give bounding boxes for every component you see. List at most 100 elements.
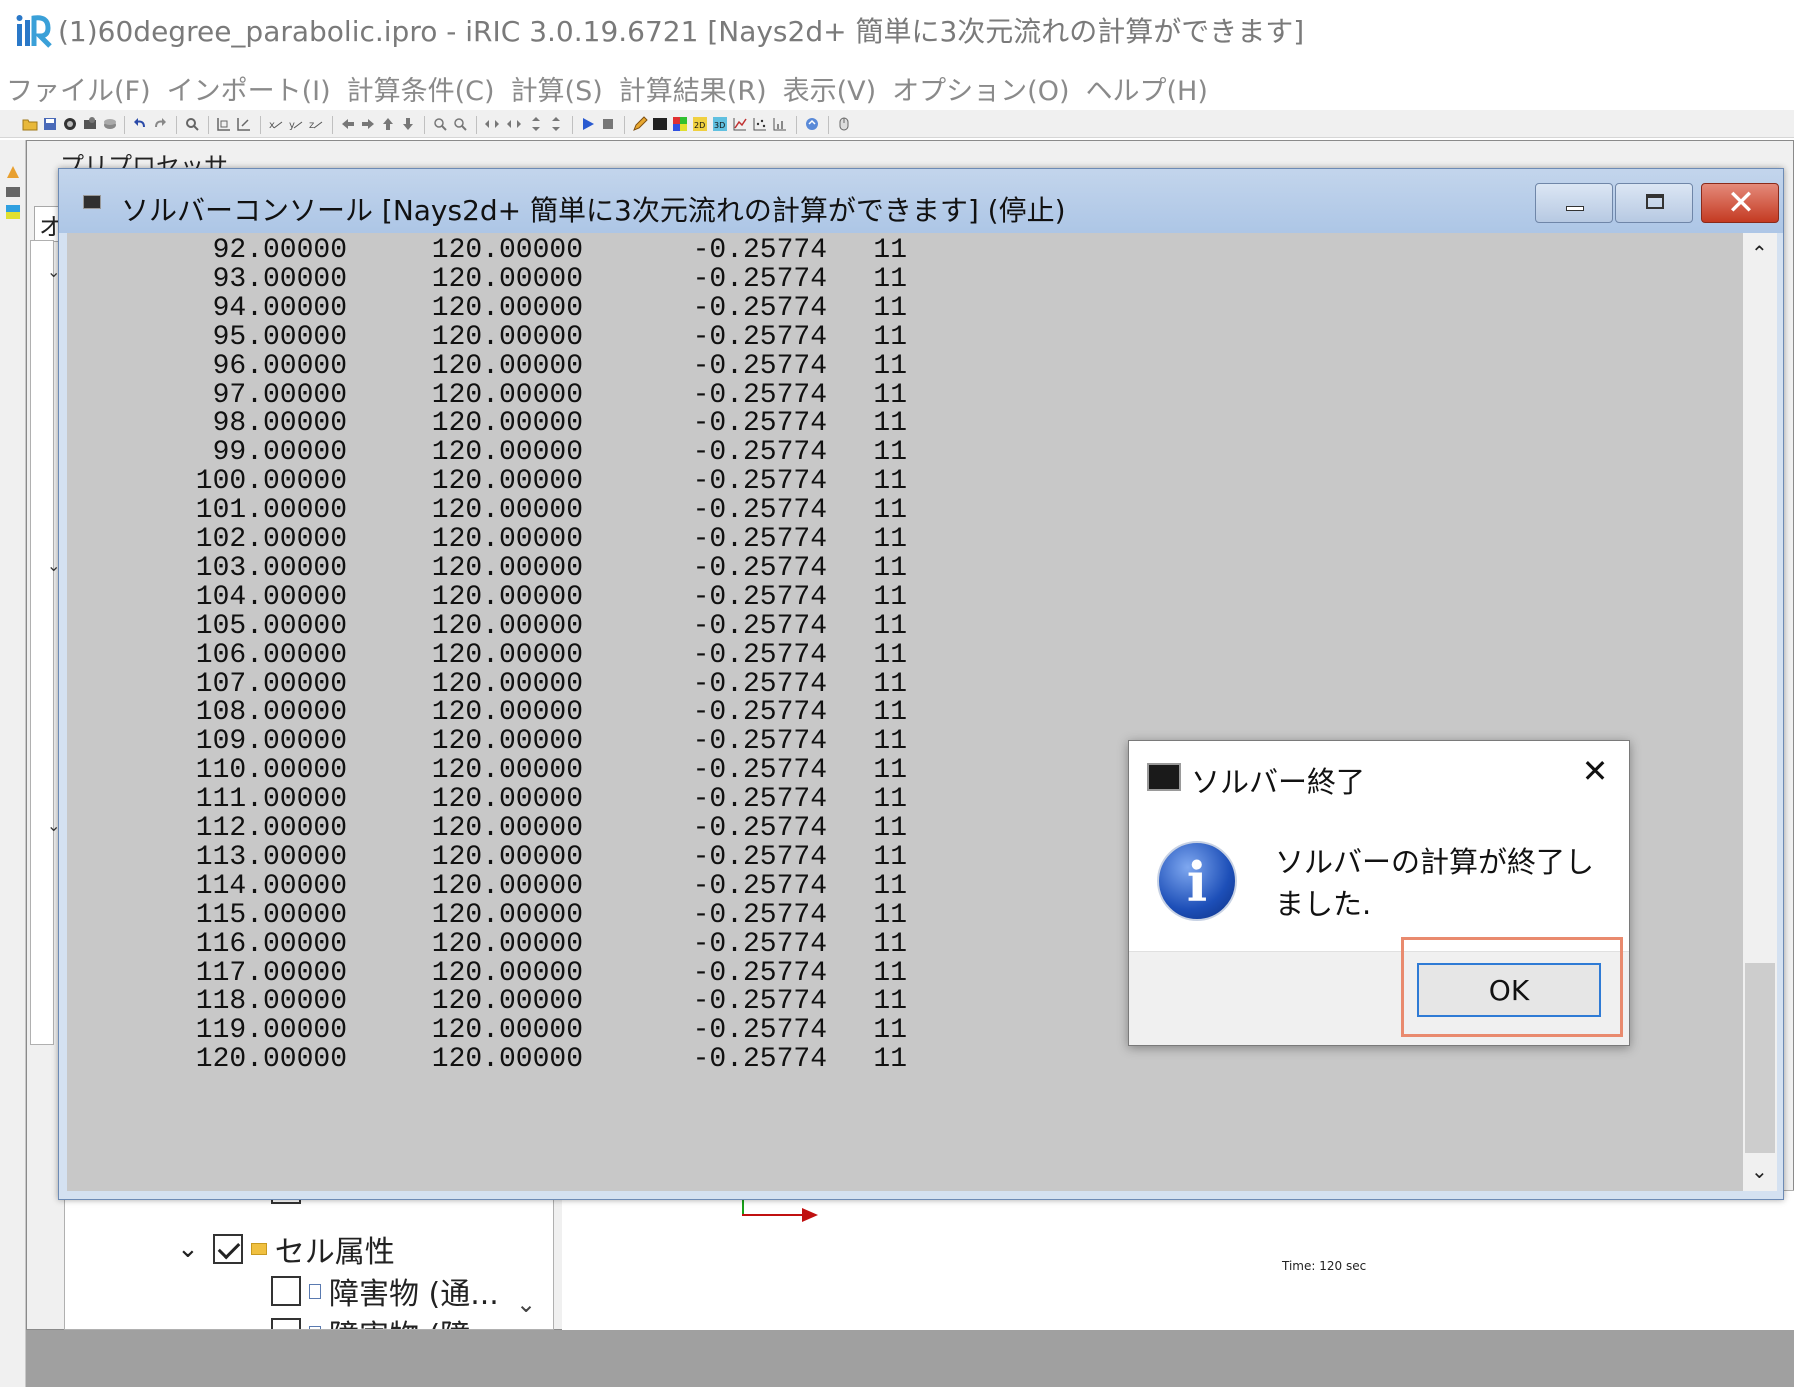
- tree-checkbox[interactable]: [212, 1234, 243, 1264]
- menu-calc-condition[interactable]: 計算条件(C): [347, 69, 495, 108]
- object-browser-icon[interactable]: [5, 164, 21, 180]
- undo-icon[interactable]: [132, 116, 148, 132]
- console-value: 11: [873, 408, 907, 440]
- arrow-left-icon[interactable]: [340, 116, 356, 132]
- console-value: 120.00000: [431, 697, 583, 729]
- console-value: 11: [873, 870, 907, 902]
- tree-item-label: 障害物 (通...: [329, 1277, 499, 1312]
- fit-vertical-icon[interactable]: [528, 116, 544, 132]
- scroll-down-icon[interactable]: ⌄: [1751, 1159, 1768, 1183]
- menu-simulation[interactable]: 計算(S): [511, 69, 603, 108]
- console-value: 92.00000: [212, 235, 347, 266]
- menu-help[interactable]: ヘルプ(H): [1085, 69, 1207, 108]
- run-icon[interactable]: [580, 116, 596, 132]
- console-value: -0.25774: [692, 726, 827, 758]
- console-output[interactable]: 92.00000 120.00000 -0.25774 11 93.00000 120.0…: [67, 233, 1743, 1191]
- stop-icon[interactable]: [600, 116, 616, 132]
- property-icon[interactable]: [5, 184, 21, 200]
- console-value: 97.00000: [212, 379, 347, 411]
- layers-icon[interactable]: [102, 116, 118, 132]
- dialog-close-icon[interactable]: ✕: [1575, 751, 1615, 791]
- tree-item-label: 障害物 (障...: [329, 1311, 499, 1329]
- console-icon[interactable]: [652, 116, 668, 132]
- left-dock-strip: [0, 140, 26, 1387]
- zoom-icon[interactable]: [184, 116, 200, 132]
- console-value: -0.25774: [692, 466, 827, 498]
- console-value: -0.25774: [692, 755, 827, 787]
- close-button[interactable]: ✕: [1701, 183, 1779, 223]
- post-3d-icon[interactable]: 3D: [712, 116, 728, 132]
- console-value: -0.25774: [692, 379, 827, 411]
- refresh-icon[interactable]: [804, 116, 820, 132]
- chevron-down-icon[interactable]: ⌄: [177, 1234, 199, 1264]
- arrow-up-icon[interactable]: [380, 116, 396, 132]
- toolbar-separator: [124, 116, 125, 134]
- console-scrollbar[interactable]: ⌃ ⌄: [1743, 233, 1777, 1191]
- console-value: 11: [873, 524, 907, 555]
- save-icon[interactable]: [42, 116, 58, 132]
- fit-horizontal-icon[interactable]: [484, 116, 500, 132]
- grid-select-icon[interactable]: [216, 116, 232, 132]
- fit-vertical-2-icon[interactable]: [548, 116, 564, 132]
- axis-x-icon[interactable]: x: [268, 116, 284, 132]
- scatter-icon[interactable]: [752, 116, 768, 132]
- mouse-icon[interactable]: [836, 116, 852, 132]
- pencil-icon[interactable]: [632, 116, 648, 132]
- console-value: -0.25774: [692, 697, 827, 729]
- scroll-up-icon[interactable]: ⌃: [1751, 241, 1768, 265]
- maximize-button[interactable]: [1615, 183, 1693, 223]
- graph-icon[interactable]: [732, 116, 748, 132]
- snapshot-icon[interactable]: [62, 116, 78, 132]
- toolbar-separator: [260, 116, 261, 134]
- axis-y-icon[interactable]: y: [288, 116, 304, 132]
- scrollbar-thumb[interactable]: [1745, 963, 1775, 1153]
- console-value: -0.25774: [692, 581, 827, 613]
- zoom-out-icon[interactable]: [452, 116, 468, 132]
- tree-scroll-down-icon[interactable]: ⌄: [516, 1290, 536, 1318]
- console-value: 11: [873, 668, 907, 700]
- ok-button[interactable]: OK: [1417, 963, 1601, 1017]
- console-value: 120.00000: [431, 784, 583, 816]
- console-value: -0.25774: [692, 639, 827, 671]
- console-value: 119.00000: [195, 1015, 347, 1047]
- maximize-icon: [1646, 194, 1664, 209]
- chart-icon[interactable]: [772, 116, 788, 132]
- console-value: -0.25774: [692, 957, 827, 989]
- console-value: 11: [873, 813, 907, 844]
- toolbar-separator: [332, 116, 333, 134]
- console-value: -0.25774: [692, 524, 827, 555]
- graphics-view[interactable]: [562, 1190, 1794, 1330]
- menu-import[interactable]: インポート(I): [167, 69, 331, 108]
- iric-logo-icon: [16, 15, 52, 48]
- menu-option[interactable]: オプション(O): [892, 69, 1069, 108]
- minimize-button[interactable]: [1535, 183, 1613, 223]
- open-folder-icon[interactable]: [22, 116, 38, 132]
- post-2d-icon[interactable]: 2D: [692, 116, 708, 132]
- console-value: 11: [873, 321, 907, 353]
- toolbar-separator: [796, 116, 797, 134]
- tree-checkbox[interactable]: [271, 1318, 301, 1329]
- console-value: 111.00000: [195, 784, 347, 816]
- menu-file[interactable]: ファイル(F): [6, 69, 151, 108]
- grid-move-icon[interactable]: [236, 116, 252, 132]
- menu-view[interactable]: 表示(V): [783, 69, 877, 108]
- console-titlebar[interactable]: ソルバーコンソール [Nays2d+ 簡単に3次元流れの計算ができます] (停止…: [59, 169, 1783, 233]
- axis-z-icon[interactable]: z: [308, 116, 324, 132]
- console-value: -0.25774: [692, 437, 827, 469]
- console-value: 11: [873, 495, 907, 527]
- tree-item-cell-attributes[interactable]: ⌄ セル属性: [177, 1227, 395, 1271]
- movie-icon[interactable]: [82, 116, 98, 132]
- fit-horizontal-2-icon[interactable]: [506, 116, 522, 132]
- zoom-in-icon[interactable]: [432, 116, 448, 132]
- contour-icon[interactable]: [672, 116, 688, 132]
- axis-x-indicator: [742, 1214, 804, 1216]
- menu-result[interactable]: 計算結果(R): [619, 69, 767, 108]
- tree-item-obstacle-1[interactable]: 障害物 (通...: [271, 1269, 499, 1313]
- tree-item-obstacle-2[interactable]: 障害物 (障...: [271, 1311, 499, 1329]
- arrow-down-icon[interactable]: [400, 116, 416, 132]
- redo-icon[interactable]: [152, 116, 168, 132]
- tree-checkbox[interactable]: [271, 1276, 301, 1306]
- axis-arrow-icon: [802, 1208, 818, 1222]
- arrow-right-icon[interactable]: [360, 116, 376, 132]
- color-map-icon[interactable]: [5, 204, 21, 220]
